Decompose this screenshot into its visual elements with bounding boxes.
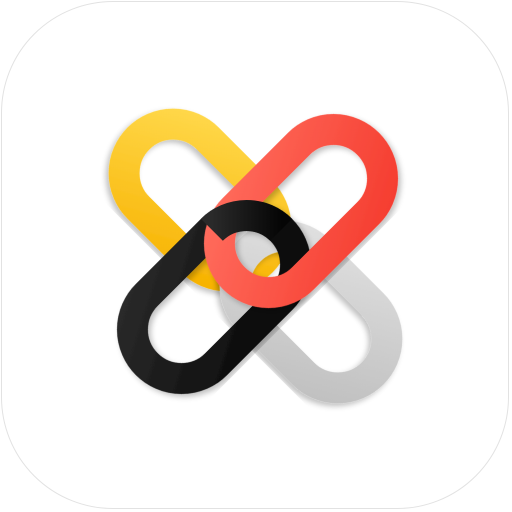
yellow-link bbox=[108, 108, 292, 292]
app-icon-canvas bbox=[0, 0, 512, 512]
gray-link bbox=[219, 220, 403, 404]
chain-links-x-icon bbox=[108, 108, 403, 404]
